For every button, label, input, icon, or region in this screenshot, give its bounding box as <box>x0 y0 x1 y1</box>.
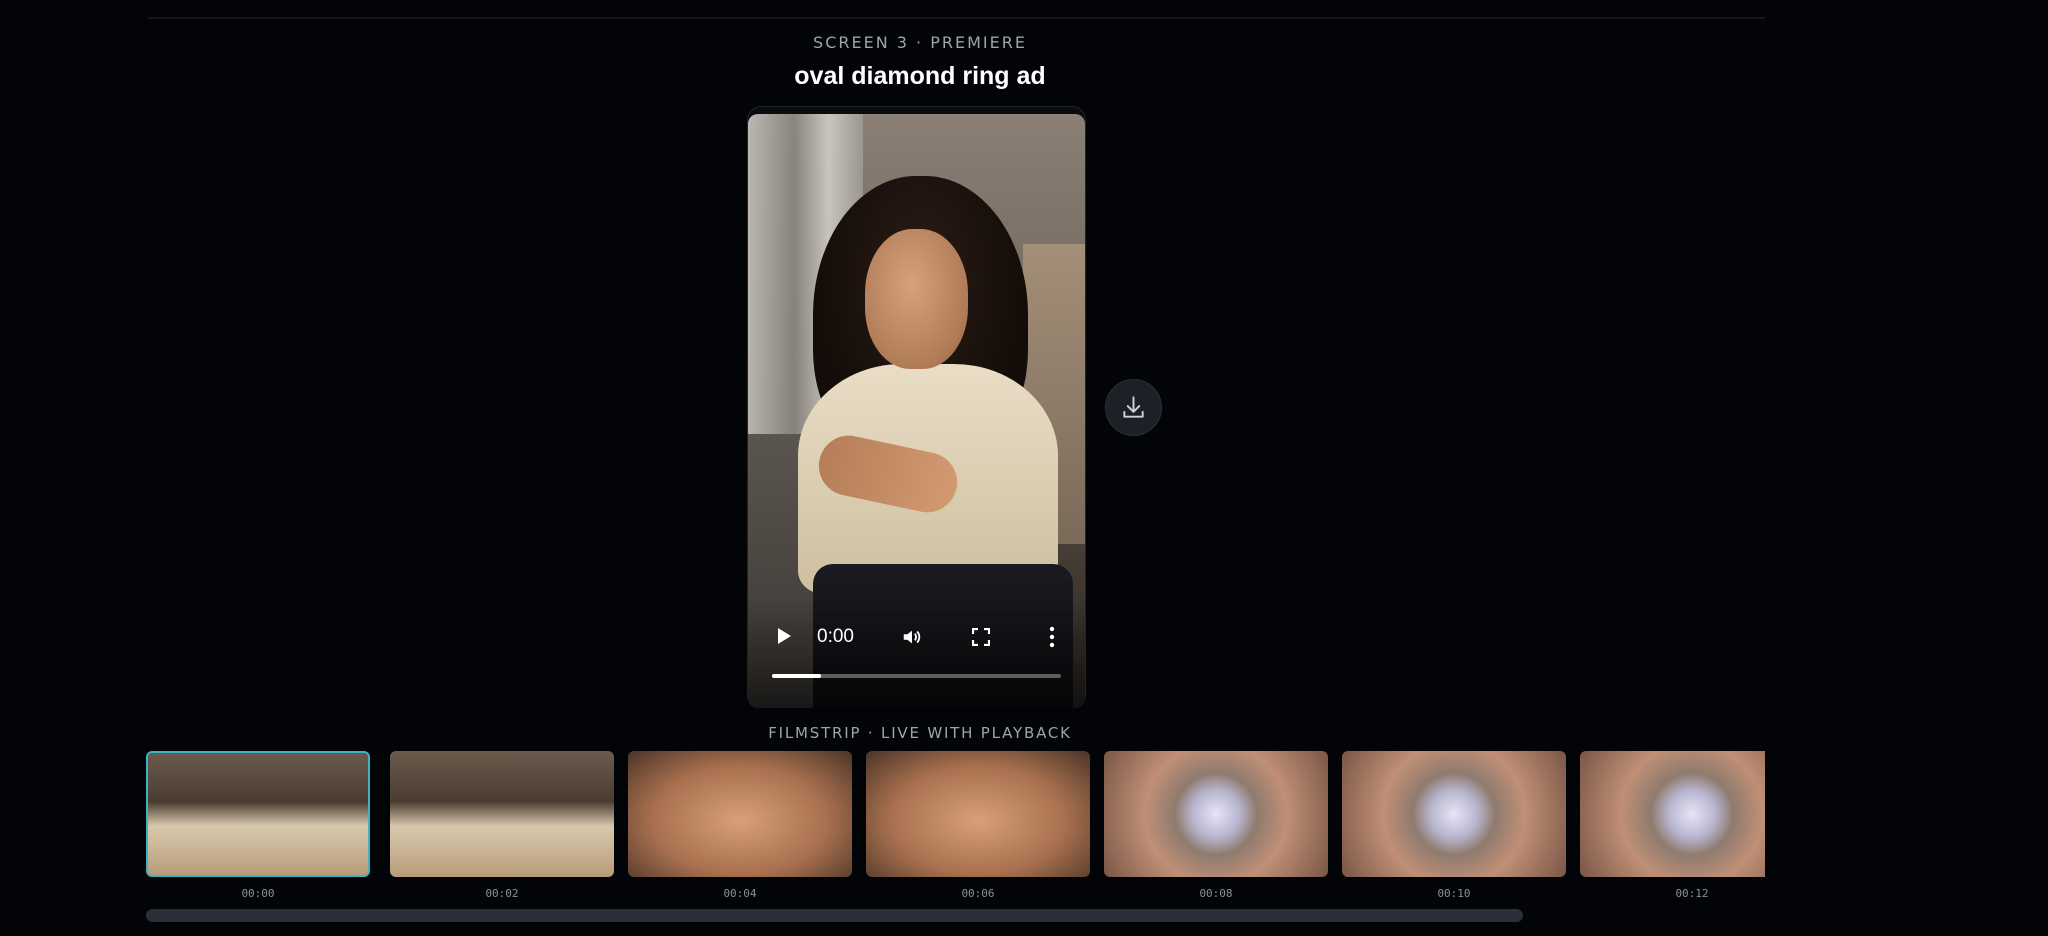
play-icon[interactable] <box>778 628 791 644</box>
screen-eyebrow: SCREEN 3 · PREMIERE <box>813 33 1027 52</box>
video-scene-face <box>865 229 968 369</box>
filmstrip-frame[interactable] <box>390 751 614 877</box>
video-player[interactable]: 0:00 <box>748 114 1085 708</box>
filmstrip-scrollbar[interactable] <box>146 909 1523 922</box>
top-divider <box>148 17 1765 19</box>
more-options-icon[interactable] <box>1049 626 1055 648</box>
filmstrip-frame[interactable] <box>866 751 1090 877</box>
seek-bar-progress <box>772 674 822 678</box>
page-title: oval diamond ring ad <box>794 62 1046 90</box>
filmstrip-frame[interactable] <box>146 751 370 877</box>
frame-timestamp: 00:04 <box>723 887 757 900</box>
current-time: 0:00 <box>817 626 854 647</box>
download-button[interactable] <box>1105 379 1162 436</box>
frame-timestamp: 00:02 <box>485 887 519 900</box>
filmstrip-frame[interactable] <box>628 751 852 877</box>
volume-icon[interactable] <box>901 626 923 648</box>
frame-timestamp: 00:10 <box>1437 887 1471 900</box>
frame-timestamp: 00:12 <box>1675 887 1709 900</box>
frame-timestamp: 00:08 <box>1199 887 1233 900</box>
download-icon <box>1123 396 1144 418</box>
seek-bar[interactable] <box>772 674 1061 678</box>
filmstrip-frame[interactable] <box>1342 751 1566 877</box>
filmstrip-frame[interactable] <box>1580 751 1765 877</box>
filmstrip[interactable]: 00:00 00:02 00:04 00:06 00:08 00:10 00:1… <box>146 751 1765 901</box>
filmstrip-label: FILMSTRIP · LIVE WITH PLAYBACK <box>768 724 1072 742</box>
frame-timestamp: 00:06 <box>961 887 995 900</box>
frame-timestamp: 00:00 <box>241 887 275 900</box>
filmstrip-frame[interactable] <box>1104 751 1328 877</box>
fullscreen-icon[interactable] <box>972 628 990 646</box>
controls-overlay <box>748 598 1085 708</box>
